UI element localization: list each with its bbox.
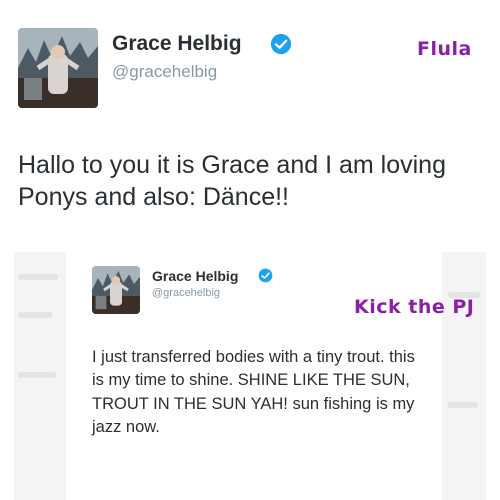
user-handle[interactable]: @gracehelbig: [152, 287, 220, 299]
background-blur: [18, 372, 56, 378]
background-blur: [448, 402, 478, 408]
background-blur: [18, 274, 58, 280]
avatar[interactable]: [92, 266, 140, 314]
tweet-text: I just transferred bodies with a tiny tr…: [92, 348, 415, 437]
avatar-image: [92, 266, 140, 314]
avatar[interactable]: [18, 28, 98, 108]
user-handle[interactable]: @gracehelbig: [112, 62, 217, 82]
verified-badge-icon: [270, 33, 292, 55]
verified-badge-icon: [258, 268, 273, 283]
label-flula: Flula: [417, 38, 472, 60]
tweet-card-top: Grace Helbig @gracehelbig Hallo to you i…: [0, 0, 500, 252]
tweet-text: Hallo to you it is Grace and I am loving…: [18, 151, 446, 211]
background-blur: [18, 312, 52, 318]
tweet-card-bottom: Grace Helbig @gracehelbig I just transfe…: [66, 252, 442, 500]
display-name[interactable]: Grace Helbig: [112, 32, 242, 56]
label-kick-the-pj: Kick the PJ: [354, 296, 475, 318]
avatar-image: [18, 28, 98, 108]
display-name[interactable]: Grace Helbig: [152, 268, 238, 284]
tweet-screenshot-inset: Grace Helbig @gracehelbig I just transfe…: [14, 252, 486, 500]
